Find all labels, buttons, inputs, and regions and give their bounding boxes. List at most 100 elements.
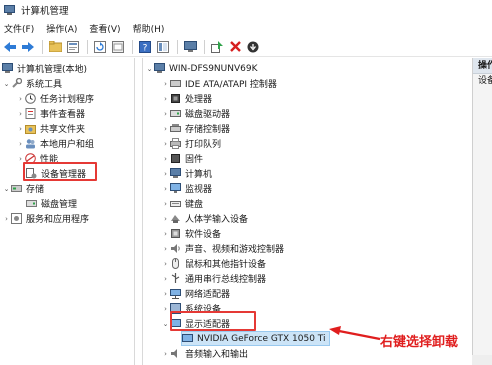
- chevron-right-icon[interactable]: ›: [161, 215, 170, 223]
- tree-item-services-apps[interactable]: › 服务和应用程序: [2, 211, 89, 226]
- users-icon: [25, 138, 36, 149]
- storage-controller-icon: [170, 123, 181, 134]
- device-category[interactable]: › 固件: [161, 151, 203, 166]
- properties-icon[interactable]: [65, 39, 81, 55]
- processor-icon: [170, 93, 181, 104]
- chevron-right-icon[interactable]: ›: [161, 170, 170, 178]
- device-category[interactable]: › 存储控制器: [161, 121, 230, 136]
- chevron-right-icon[interactable]: ›: [161, 245, 170, 253]
- chevron-down-icon[interactable]: ⌄: [2, 185, 11, 193]
- toolbar-separator: [42, 39, 43, 54]
- device-category-label: 打印队列: [185, 140, 222, 150]
- mouse-icon: [170, 258, 181, 269]
- speaker-icon: [170, 243, 181, 254]
- toolbar-separator: [87, 39, 88, 54]
- chevron-right-icon[interactable]: ›: [161, 140, 170, 148]
- tree-item-local-users[interactable]: › 本地用户和组: [16, 136, 94, 151]
- forward-icon[interactable]: [20, 39, 36, 55]
- monitor-icon[interactable]: [182, 39, 198, 55]
- tree-item-computer-management[interactable]: 计算机管理(本地): [2, 61, 87, 76]
- chevron-right-icon[interactable]: ›: [161, 155, 170, 163]
- device-tree-pane: ⌄ WIN-DFS9NUNV69K › IDE ATA/ATAPI 控制器 › …: [142, 58, 472, 365]
- device-category[interactable]: › 打印队列: [161, 136, 221, 151]
- update-driver-icon[interactable]: [245, 39, 261, 55]
- device-category[interactable]: › 音频输入和输出: [161, 346, 248, 361]
- chevron-right-icon[interactable]: ›: [161, 260, 170, 268]
- device-category-label: 监视器: [185, 185, 213, 195]
- tree-item-system-tools[interactable]: ⌄ 系统工具: [2, 76, 62, 91]
- device-category[interactable]: › 通用串行总线控制器: [161, 271, 266, 286]
- export-icon[interactable]: [110, 39, 126, 55]
- tree-item-storage[interactable]: ⌄ 存储: [2, 181, 44, 196]
- title-bar: 计算机管理: [0, 0, 492, 20]
- chevron-right-icon[interactable]: ›: [161, 110, 170, 118]
- scan-hardware-icon[interactable]: [209, 39, 225, 55]
- chevron-right-icon[interactable]: ›: [2, 215, 11, 223]
- actions-header: 操作: [473, 58, 492, 74]
- device-category[interactable]: › 键盘: [161, 196, 203, 211]
- actions-item[interactable]: 设备: [473, 74, 492, 88]
- chevron-right-icon[interactable]: ›: [161, 350, 170, 358]
- system-tools-icon: [11, 77, 23, 89]
- svg-text:?: ?: [143, 43, 148, 53]
- refresh-icon[interactable]: [92, 39, 108, 55]
- tree-item-disk-management[interactable]: 磁盘管理: [26, 196, 77, 211]
- chevron-down-icon[interactable]: ⌄: [145, 65, 154, 73]
- device-category-label: 通用串行总线控制器: [185, 275, 267, 285]
- view-icon[interactable]: [155, 39, 171, 55]
- left-navigation-pane: 计算机管理(本地) ⌄ 系统工具 › 任务计划程序 › 事件查看器 › 共享文件…: [0, 58, 135, 365]
- chevron-right-icon[interactable]: ›: [16, 125, 25, 133]
- tree-item-label: 本地用户和组: [40, 140, 95, 150]
- display-adapter-icon: [182, 333, 193, 344]
- menu-view[interactable]: 查看(V): [89, 22, 120, 35]
- firmware-icon: [170, 153, 181, 164]
- menu-help[interactable]: 帮助(H): [133, 22, 165, 35]
- annotation-text: 右键选择卸载: [380, 335, 459, 350]
- device-category[interactable]: › IDE ATA/ATAPI 控制器: [161, 76, 277, 91]
- device-nvidia-gpu[interactable]: NVIDIA GeForce GTX 1050 Ti: [181, 331, 330, 346]
- chevron-right-icon[interactable]: ›: [161, 125, 170, 133]
- device-category[interactable]: › 软件设备: [161, 226, 221, 241]
- device-category[interactable]: › 磁盘驱动器: [161, 106, 230, 121]
- device-category[interactable]: › 处理器: [161, 91, 212, 106]
- chevron-right-icon[interactable]: ›: [161, 185, 170, 193]
- chevron-right-icon[interactable]: ›: [161, 95, 170, 103]
- chevron-right-icon[interactable]: ›: [161, 275, 170, 283]
- tree-item-label: 事件查看器: [40, 110, 86, 120]
- chevron-right-icon[interactable]: ›: [16, 110, 25, 118]
- device-category[interactable]: › 声音、视频和游戏控制器: [161, 241, 284, 256]
- device-category[interactable]: › 鼠标和其他指针设备: [161, 256, 266, 271]
- back-icon[interactable]: [2, 39, 18, 55]
- device-tree-root[interactable]: ⌄ WIN-DFS9NUNV69K: [145, 61, 257, 76]
- device-category-label: 音频输入和输出: [185, 350, 249, 360]
- device-manager-highlight: [23, 162, 97, 181]
- chevron-right-icon[interactable]: ›: [161, 80, 170, 88]
- device-category-label: 处理器: [185, 95, 213, 105]
- help-icon[interactable]: ?: [137, 39, 153, 55]
- chevron-right-icon[interactable]: ›: [16, 140, 25, 148]
- device-category[interactable]: › 监视器: [161, 181, 212, 196]
- ide-controller-icon: [170, 78, 181, 89]
- event-log-icon: [25, 108, 36, 119]
- chevron-right-icon[interactable]: ›: [16, 95, 25, 103]
- chevron-right-icon[interactable]: ›: [161, 305, 170, 313]
- uninstall-icon[interactable]: [227, 39, 243, 55]
- device-category[interactable]: › 计算机: [161, 166, 212, 181]
- menu-file[interactable]: 文件(F): [4, 22, 34, 35]
- folder-up-icon[interactable]: [47, 39, 63, 55]
- menu-action[interactable]: 操作(A): [46, 22, 77, 35]
- tree-item-task-scheduler[interactable]: › 任务计划程序: [16, 91, 94, 106]
- chevron-down-icon[interactable]: ⌄: [2, 80, 11, 88]
- tree-item-shared-folders[interactable]: › 共享文件夹: [16, 121, 85, 136]
- device-category[interactable]: › 网络适配器: [161, 286, 230, 301]
- gpu-name: NVIDIA GeForce GTX 1050 Ti: [197, 333, 326, 344]
- tree-item-label: 计算机管理(本地): [17, 65, 88, 75]
- device-category-label: 声音、视频和游戏控制器: [185, 245, 285, 255]
- chevron-right-icon[interactable]: ›: [161, 290, 170, 298]
- tree-item-event-viewer[interactable]: › 事件查看器: [16, 106, 85, 121]
- device-category[interactable]: › 人体学输入设备: [161, 211, 248, 226]
- chevron-right-icon[interactable]: ›: [161, 230, 170, 238]
- chevron-right-icon[interactable]: ›: [161, 200, 170, 208]
- chevron-down-icon[interactable]: ⌄: [161, 320, 170, 328]
- storage-icon: [11, 183, 22, 194]
